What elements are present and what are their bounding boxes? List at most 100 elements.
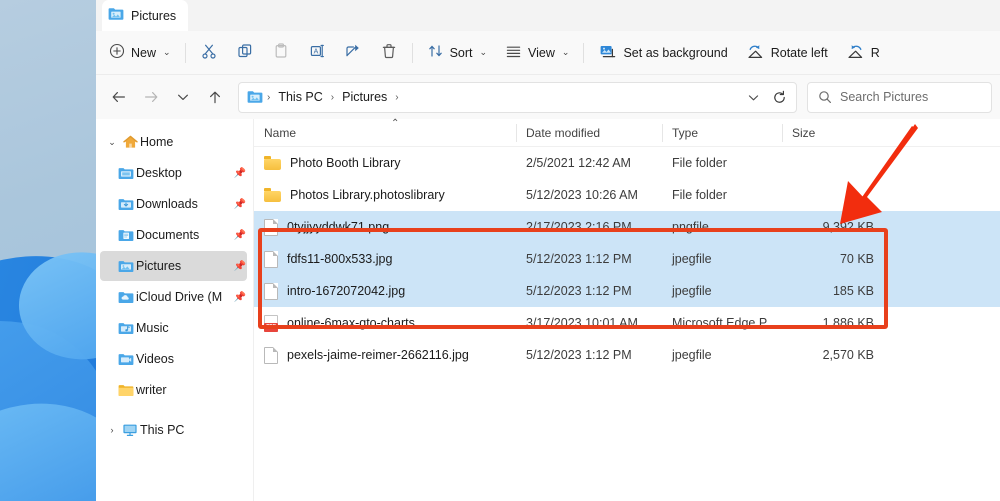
sort-button[interactable]: Sort ⌄	[418, 37, 496, 69]
table-row[interactable]: 0tyjjyyddwk71.png 2/17/2023 2:16 PM pngf…	[254, 211, 1000, 243]
file-name-label: intro-1672072042.jpg	[287, 284, 405, 298]
breadcrumb-item-this-pc[interactable]: This PC	[273, 88, 327, 106]
file-size-cell: 70 KB	[782, 252, 887, 266]
sidebar-item-writer[interactable]: writer	[100, 375, 247, 405]
sidebar-item-this-pc[interactable]: › This PC	[100, 415, 247, 445]
table-row[interactable]: intro-1672072042.jpg 5/12/2023 1:12 PM j…	[254, 275, 1000, 307]
sidebar-item-label: Documents	[136, 228, 233, 242]
copy-button[interactable]	[227, 37, 263, 69]
sidebar-item-videos[interactable]: Videos	[100, 344, 247, 374]
table-row[interactable]: Photos Library.photoslibrary 5/12/2023 1…	[254, 179, 1000, 211]
sidebar-item-documents[interactable]: Documents 📌	[100, 220, 247, 250]
file-date-cell: 5/12/2023 1:12 PM	[516, 348, 662, 362]
chevron-down-icon: ⌄	[163, 47, 171, 58]
sidebar-item-music[interactable]: Music	[100, 313, 247, 343]
sidebar-item-downloads[interactable]: Downloads 📌	[100, 189, 247, 219]
folder-video-icon	[116, 353, 136, 366]
pin-icon[interactable]: 📌	[233, 199, 247, 210]
rotate-right-button[interactable]: R	[837, 37, 889, 69]
new-button-label: New	[131, 46, 156, 60]
table-row[interactable]: Photo Booth Library 2/5/2021 12:42 AM Fi…	[254, 147, 1000, 179]
sidebar-item-desktop[interactable]: Desktop 📌	[100, 158, 247, 188]
folder-yellow-icon	[116, 384, 136, 397]
chevron-down-icon: ⌄	[480, 47, 488, 58]
new-button[interactable]: New ⌄	[100, 37, 180, 69]
file-date-cell: 3/17/2023 10:01 AM	[516, 316, 662, 330]
sidebar-item-label: Music	[136, 321, 233, 335]
file-date-cell: 5/12/2023 10:26 AM	[516, 188, 662, 202]
delete-button[interactable]	[371, 37, 407, 69]
share-button[interactable]	[335, 37, 371, 69]
view-button[interactable]: View ⌄	[496, 37, 578, 69]
set-as-background-button[interactable]: Set as background	[589, 37, 736, 69]
rotate-left-label: Rotate left	[771, 46, 828, 60]
column-header-type-label: Type	[672, 126, 698, 140]
file-name-cell: 0tyjjyyddwk71.png	[254, 219, 516, 236]
address-bar: › This PC › Pictures ›	[96, 75, 1000, 119]
pin-icon[interactable]: 📌	[233, 261, 247, 272]
breadcrumb-item-pictures[interactable]: Pictures	[337, 88, 392, 106]
sidebar-item-label: Downloads	[136, 197, 233, 211]
document-icon	[264, 283, 278, 300]
sort-button-label: Sort	[450, 46, 473, 60]
chevron-right-icon[interactable]: ›	[104, 425, 120, 435]
rotate-left-button[interactable]: Rotate left	[737, 37, 837, 69]
plus-circle-icon	[109, 43, 125, 62]
file-size-cell: 1,886 KB	[782, 316, 887, 330]
file-name-label: Photo Booth Library	[290, 156, 401, 170]
wallpaper-shape	[0, 394, 96, 501]
desktop-wallpaper	[0, 0, 96, 501]
column-header-date-modified[interactable]: Date modified	[516, 119, 662, 147]
up-button[interactable]	[200, 82, 230, 112]
file-name-cell: Photos Library.photoslibrary	[254, 188, 516, 202]
refresh-button[interactable]	[766, 85, 792, 110]
file-type-cell: pngfile	[662, 220, 782, 234]
pin-icon[interactable]: 📌	[233, 168, 247, 179]
folder-blue-icon	[116, 167, 136, 180]
chevron-down-icon[interactable]: ⌄	[104, 137, 120, 148]
sidebar-item-pictures[interactable]: Pictures 📌	[100, 251, 247, 281]
file-name-label: 0tyjjyyddwk71.png	[287, 220, 389, 234]
chevron-down-icon: ⌄	[562, 47, 570, 58]
tab-pictures[interactable]: Pictures	[102, 0, 188, 31]
document-icon	[264, 251, 278, 268]
search-placeholder: Search Pictures	[840, 90, 928, 104]
column-header-name-label: Name	[264, 126, 296, 140]
column-header-name[interactable]: Name ⌃	[254, 119, 516, 147]
sidebar-item-label: writer	[136, 383, 233, 397]
view-button-label: View	[528, 46, 555, 60]
column-header-size-label: Size	[792, 126, 815, 140]
cut-button[interactable]	[191, 37, 227, 69]
recent-locations-button[interactable]	[168, 82, 198, 112]
pdf-icon: PDF	[264, 315, 278, 332]
breadcrumb-dropdown-button[interactable]	[740, 85, 766, 110]
file-name-label: Photos Library.photoslibrary	[290, 188, 445, 202]
sort-arrows-icon	[427, 43, 444, 62]
pin-icon[interactable]: 📌	[233, 230, 247, 241]
forward-button[interactable]	[136, 82, 166, 112]
toolbar-divider	[412, 43, 413, 63]
svg-text:A: A	[313, 49, 318, 56]
column-header-size[interactable]: Size	[782, 119, 887, 147]
table-row[interactable]: fdfs11-800x533.jpg 5/12/2023 1:12 PM jpe…	[254, 243, 1000, 275]
search-input[interactable]: Search Pictures	[807, 82, 992, 113]
set-as-background-label: Set as background	[623, 46, 727, 60]
table-row[interactable]: pexels-jaime-reimer-2662116.jpg 5/12/202…	[254, 339, 1000, 371]
paste-button[interactable]	[263, 37, 299, 69]
pin-icon[interactable]: 📌	[233, 292, 247, 303]
breadcrumb: › This PC › Pictures ›	[266, 88, 740, 106]
sidebar-item-home[interactable]: ⌄ Home	[100, 127, 247, 157]
table-row[interactable]: PDF online-6max-gto-charts 3/17/2023 10:…	[254, 307, 1000, 339]
file-date-cell: 2/17/2023 2:16 PM	[516, 220, 662, 234]
folder-picture-icon	[116, 260, 136, 273]
sidebar-item-label: Home	[140, 135, 233, 149]
column-header-type[interactable]: Type	[662, 119, 782, 147]
back-button[interactable]	[104, 82, 134, 112]
home-icon	[120, 135, 140, 149]
sidebar-item-icloud-drive[interactable]: iCloud Drive (M 📌	[100, 282, 247, 312]
breadcrumb-bar[interactable]: › This PC › Pictures ›	[238, 82, 797, 113]
sidebar-item-label: This PC	[140, 423, 233, 437]
pictures-folder-icon	[247, 90, 263, 104]
rename-button[interactable]: A	[299, 37, 335, 69]
file-type-cell: jpegfile	[662, 284, 782, 298]
